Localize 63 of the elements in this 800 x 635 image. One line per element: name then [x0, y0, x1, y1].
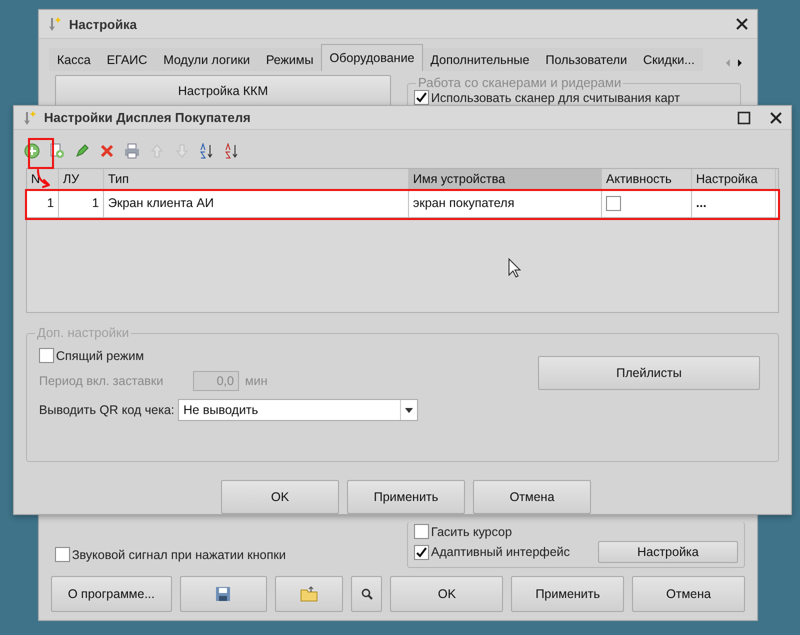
dialog-title: Настройки Дисплея Покупателя [44, 110, 252, 126]
checkbox-label: Адаптивный интерфейс [431, 545, 570, 559]
checkmark-icon [416, 546, 427, 558]
tab[interactable]: Оборудование [321, 44, 423, 71]
tab[interactable]: Скидки... [635, 48, 703, 71]
kkm-settings-button[interactable]: Настройка ККМ [55, 75, 391, 107]
pencil-icon[interactable] [74, 142, 90, 159]
tab[interactable]: Режимы [258, 48, 322, 71]
tab[interactable]: Пользователи [537, 48, 636, 71]
checkbox-label: Использовать сканер для считывания карт [431, 90, 680, 104]
add-icon[interactable] [24, 142, 40, 159]
dialog-button[interactable]: OK [221, 480, 339, 514]
column-header[interactable]: Имя устройства [409, 168, 602, 188]
sort-descending-icon[interactable] [224, 142, 240, 159]
checkbox[interactable] [55, 547, 70, 562]
checkbox[interactable] [414, 90, 429, 105]
window-title: Настройка [69, 16, 138, 32]
checkbox-label: Гасить курсор [431, 524, 512, 538]
checkbox-label: Спящий режим [56, 348, 144, 363]
open-folder-button[interactable] [275, 576, 344, 612]
ok-button[interactable]: OK [390, 576, 504, 612]
table-row[interactable]: 1 1 Экран клиента АИ экран покупателя ... [27, 190, 778, 218]
sort-ascending-icon[interactable] [199, 142, 215, 159]
app-icon [22, 110, 38, 126]
mouse-cursor-icon [508, 258, 522, 278]
tab[interactable]: Касса [49, 48, 99, 71]
checkmark-icon [416, 92, 427, 103]
app-icon [47, 16, 63, 32]
apply-button[interactable]: Применить [511, 576, 624, 612]
search-icon [360, 588, 373, 600]
group-title: Работа со сканерами и ридерами [416, 75, 624, 90]
close-icon[interactable] [735, 17, 749, 31]
maximize-icon[interactable] [737, 110, 751, 125]
dropdown[interactable]: Не выводить [178, 399, 418, 422]
checkbox[interactable] [414, 524, 429, 539]
folder-icon [300, 586, 318, 602]
tab[interactable]: ЕГАИС [98, 48, 156, 71]
field-label: Период вкл. заставки [39, 374, 164, 388]
checkbox[interactable] [606, 196, 621, 210]
field-label: Выводить QR код чека: [39, 403, 174, 418]
search-button[interactable] [351, 576, 382, 612]
playlists-button[interactable]: Плейлисты [538, 356, 760, 390]
caret-icon [405, 408, 414, 413]
dialog-button[interactable]: Применить [347, 480, 465, 514]
cancel-button[interactable]: Отмена [632, 576, 745, 612]
checkbox[interactable] [414, 544, 429, 560]
tab[interactable]: Дополнительные [422, 48, 538, 71]
unit-label: мин [245, 374, 268, 388]
checkbox[interactable] [39, 348, 54, 364]
dialog-button[interactable]: Отмена [473, 480, 591, 514]
close-icon[interactable] [769, 110, 783, 125]
column-header[interactable]: Настройка [692, 168, 776, 188]
interface-settings-button[interactable]: Настройка [598, 541, 738, 563]
column-header[interactable]: Активность [602, 168, 692, 188]
delete-icon[interactable] [99, 142, 115, 159]
save-button[interactable] [180, 576, 268, 612]
column-header[interactable]: ЛУ [59, 168, 104, 188]
checkbox-label: Звуковой сигнал при нажатии кнопки [72, 548, 286, 562]
copy-add-icon[interactable] [49, 142, 65, 159]
about-button[interactable]: О программе... [51, 576, 172, 612]
highlight-frame-overlay [28, 138, 54, 169]
print-icon[interactable] [124, 142, 140, 159]
tab[interactable]: Модули логики [155, 48, 258, 71]
